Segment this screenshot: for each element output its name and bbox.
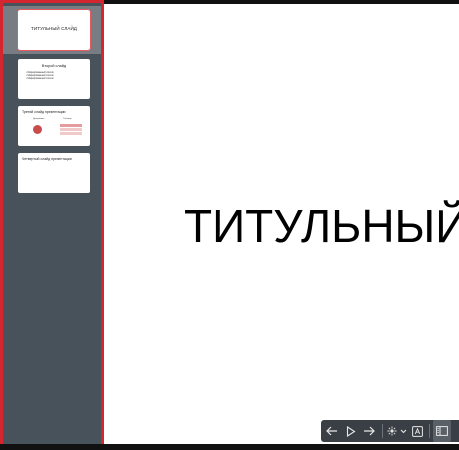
thumbnail-table-row — [60, 132, 82, 135]
thumbnail-title: ТИТУЛЬНЫЙ СЛАЙД — [31, 26, 77, 31]
thumbnail-title: Третий слайд презентации — [22, 110, 66, 114]
thumbnail-title: Четвертый слайд презентации — [22, 157, 72, 161]
chevron-down-icon — [400, 429, 406, 433]
control-separator — [429, 424, 430, 438]
presentation-controls — [321, 420, 459, 442]
subtitles-icon — [411, 425, 423, 437]
thumbnail-column-label: Диаграмма — [33, 118, 45, 120]
slide-title: ТИТУЛЬНЫЙ СЛАЙД — [184, 200, 459, 252]
arrow-left-icon — [326, 426, 337, 436]
control-separator — [382, 424, 383, 438]
arrow-right-icon — [364, 426, 375, 436]
laser-pointer-icon — [387, 426, 397, 436]
thumbnail-table-row — [60, 128, 82, 131]
subtitles-button[interactable] — [408, 420, 426, 442]
pointer-options-dropdown[interactable] — [398, 420, 408, 442]
thumbnail-title: Второй слайд — [41, 64, 67, 68]
slide-thumbnail-3[interactable]: Третий слайд презентации Диаграмма Табли… — [18, 106, 90, 146]
thumbnail-table — [60, 124, 82, 136]
slide-thumbnail-1[interactable]: ТИТУЛЬНЫЙ СЛАЙД — [17, 9, 91, 51]
previous-slide-button[interactable] — [321, 420, 343, 442]
slide-thumbnail-2[interactable]: Второй слайд • Маркированный список • Ма… — [18, 59, 90, 99]
bottom-bar — [0, 444, 459, 450]
play-button[interactable] — [343, 420, 359, 442]
play-icon — [346, 425, 356, 437]
slide-panel-toggle[interactable] — [433, 420, 451, 442]
slide-thumbnail-4[interactable]: Четвертый слайд презентации — [18, 153, 90, 193]
pointer-tool-button[interactable] — [386, 420, 398, 442]
slide-thumbnail-panel[interactable]: ТИТУЛЬНЫЙ СЛАЙД Второй слайд • Маркирова… — [0, 0, 104, 450]
thumbnail-pie-chart — [33, 125, 42, 134]
thumbnail-table-row — [60, 124, 82, 127]
sidebar-panel-icon — [436, 426, 448, 436]
thumbnail-column-label: Таблица — [63, 118, 72, 120]
thumbnail-bullet-list: • Маркированный список • Маркированный с… — [26, 71, 54, 81]
current-slide: ТИТУЛЬНЫЙ СЛАЙД — [104, 4, 459, 444]
next-slide-button[interactable] — [359, 420, 379, 442]
thumbnail-bullet: • Маркированный список — [26, 77, 54, 81]
